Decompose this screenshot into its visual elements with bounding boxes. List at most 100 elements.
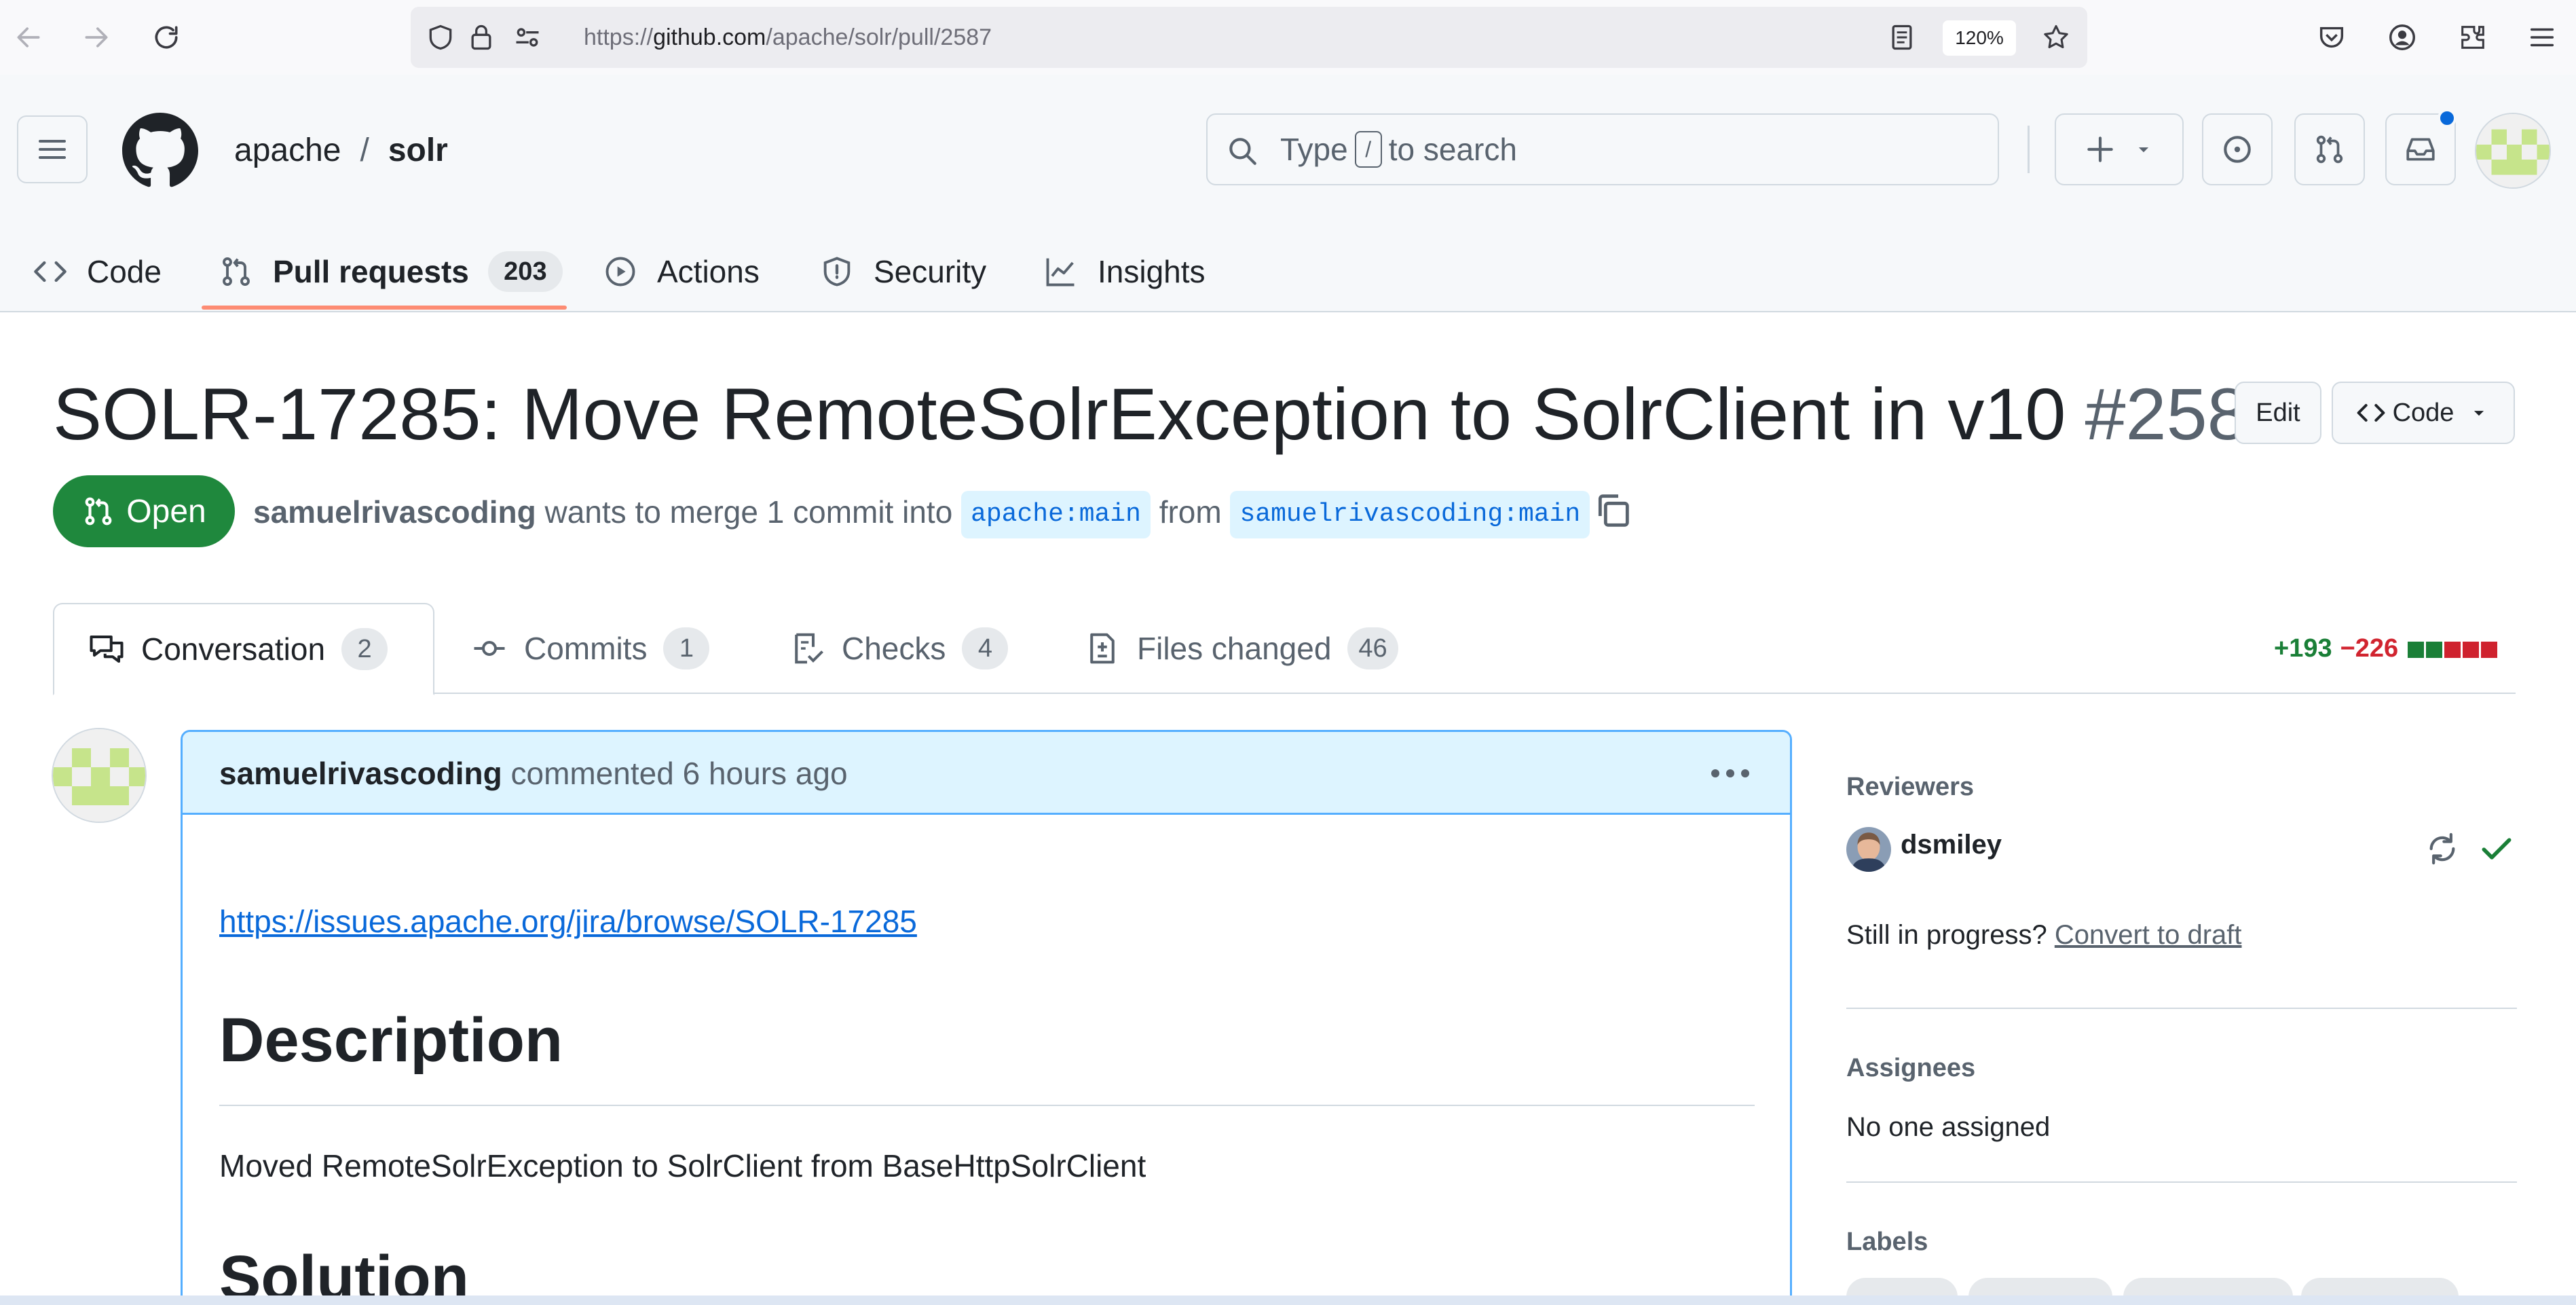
zoom-level[interactable]: 120% xyxy=(1943,20,2016,56)
tab-code[interactable]: Code xyxy=(33,231,162,312)
assignees-value: No one assigned xyxy=(1846,1112,2051,1142)
shield-icon[interactable] xyxy=(426,22,455,52)
sidebar-divider xyxy=(1846,1181,2517,1183)
pr-author-link[interactable]: samuelrivascoding xyxy=(253,494,536,530)
arrow-right-icon xyxy=(85,27,108,48)
from-text: from xyxy=(1159,494,1222,530)
issue-opened-icon xyxy=(2224,136,2251,163)
tab-conversation-label: Conversation xyxy=(141,631,326,667)
sidebar-divider xyxy=(1846,1008,2517,1009)
triangle-down-icon xyxy=(2474,411,2484,416)
reviewers-heading[interactable]: Reviewers xyxy=(1846,773,1974,802)
description-paragraph: Moved RemoteSolrException to SolrClient … xyxy=(219,1148,1146,1183)
reader-view-icon[interactable] xyxy=(1887,22,1917,52)
tab-insights[interactable]: Insights xyxy=(1043,231,1206,312)
assignees-heading[interactable]: Assignees xyxy=(1846,1054,1975,1083)
tab-checks[interactable]: Checks 4 xyxy=(789,604,1009,693)
lock-icon[interactable] xyxy=(466,22,496,52)
user-avatar[interactable] xyxy=(2475,113,2551,189)
code-icon xyxy=(34,261,67,282)
shield-icon xyxy=(823,257,851,287)
create-new-button[interactable] xyxy=(2055,113,2184,185)
heading-rule xyxy=(219,1105,1755,1106)
tab-files-changed-label: Files changed xyxy=(1137,631,1332,666)
issues-button[interactable] xyxy=(2202,113,2273,185)
labels-heading[interactable]: Labels xyxy=(1846,1228,1928,1257)
git-commit-icon xyxy=(474,640,505,657)
head-branch[interactable]: samuelrivascoding:main xyxy=(1230,490,1590,538)
comment-timestamp[interactable]: commented 6 hours ago xyxy=(511,756,848,791)
back-button[interactable] xyxy=(8,17,49,58)
window-bottom-edge xyxy=(0,1295,2576,1305)
account-icon[interactable] xyxy=(2384,19,2421,56)
checklist-icon xyxy=(795,633,823,664)
url-text[interactable]: https://github.com/apache/solr/pull/2587 xyxy=(584,7,992,68)
tab-actions[interactable]: Actions xyxy=(603,231,760,312)
diffstat-square xyxy=(2425,641,2442,658)
address-bar[interactable]: https://github.com/apache/solr/pull/2587… xyxy=(411,7,2087,68)
play-icon xyxy=(605,257,635,287)
github-logo-icon[interactable] xyxy=(122,113,198,189)
in-progress-text: Still in progress? xyxy=(1846,920,2047,950)
pocket-icon[interactable] xyxy=(2313,19,2350,56)
comment-author-avatar[interactable] xyxy=(52,728,147,823)
sync-icon[interactable] xyxy=(2423,830,2461,868)
edit-title-button[interactable]: Edit xyxy=(2235,382,2321,444)
tab-files-changed[interactable]: Files changed 46 xyxy=(1084,604,1398,693)
tab-pull-requests[interactable]: Pull requests 203 xyxy=(219,231,563,312)
diffstat-square xyxy=(2444,641,2461,658)
diffstat: +193 −226 xyxy=(2274,628,2497,669)
repo-name-link[interactable]: solr xyxy=(388,132,448,168)
tab-pull-requests-label: Pull requests xyxy=(273,254,469,289)
convert-to-draft-link[interactable]: Convert to draft xyxy=(2055,920,2242,950)
file-diff-icon xyxy=(1090,633,1115,664)
code-icon xyxy=(2357,403,2385,422)
permissions-icon[interactable] xyxy=(512,22,542,52)
plus-icon xyxy=(2087,136,2113,162)
comment-author-link[interactable]: samuelrivascoding xyxy=(219,756,502,791)
triangle-down-icon xyxy=(2138,147,2149,153)
browser-toolbar: https://github.com/apache/solr/pull/2587… xyxy=(0,0,2576,75)
draft-prompt: Still in progress? Convert to draft xyxy=(1846,920,2242,951)
git-pull-request-icon xyxy=(2316,135,2343,164)
tab-security[interactable]: Security xyxy=(819,231,986,312)
extensions-icon[interactable] xyxy=(2454,19,2491,56)
reviewer-avatar[interactable] xyxy=(1846,827,1891,872)
diffstat-deletions: −226 xyxy=(2340,634,2399,663)
graph-icon xyxy=(1046,258,1075,287)
breadcrumb-separator: / xyxy=(360,132,369,168)
three-bars-icon xyxy=(39,140,66,159)
url-scheme: https:// xyxy=(584,24,654,50)
pr-description-comment: samuelrivascoding commented 6 hours ago … xyxy=(181,730,1792,1305)
jira-issue-link[interactable]: https://issues.apache.org/jira/browse/SO… xyxy=(219,903,917,940)
copy-icon[interactable] xyxy=(1591,489,1635,532)
code-dropdown-button[interactable]: Code xyxy=(2332,382,2515,444)
pull-requests-button[interactable] xyxy=(2294,113,2365,185)
tab-commits[interactable]: Commits 1 xyxy=(471,604,710,693)
check-icon xyxy=(2482,838,2512,860)
search-input[interactable]: Type / to search xyxy=(1206,113,1999,185)
inbox-icon xyxy=(2406,138,2435,161)
search-icon xyxy=(1229,138,1256,165)
reviewer-name[interactable]: dsmiley xyxy=(1901,830,2002,860)
repo-breadcrumb: apache / solr xyxy=(234,129,448,172)
forward-button[interactable] xyxy=(76,17,117,58)
pr-state-label: Open xyxy=(126,493,206,530)
github-header: apache / solr Type / to search Code Pull… xyxy=(0,75,2576,312)
base-branch[interactable]: apache:main xyxy=(961,490,1151,538)
comment-options-button[interactable] xyxy=(1703,758,1757,789)
bookmark-star-icon[interactable] xyxy=(2041,22,2071,52)
tab-checks-label: Checks xyxy=(842,631,946,666)
identicon-avatar xyxy=(2476,114,2550,187)
merge-text: wants to merge 1 commit into xyxy=(544,494,953,530)
diffstat-additions: +193 xyxy=(2274,634,2332,663)
search-placeholder: Type / to search xyxy=(1280,115,1517,184)
open-global-nav-button[interactable] xyxy=(17,115,88,183)
comment-meta: samuelrivascoding commented 6 hours ago xyxy=(219,732,848,815)
search-shortcut-key: / xyxy=(1354,130,1382,168)
reload-button[interactable] xyxy=(146,17,187,58)
conversation-count: 2 xyxy=(341,628,388,670)
repo-owner-link[interactable]: apache xyxy=(234,132,341,168)
menu-icon[interactable] xyxy=(2524,19,2560,56)
tab-conversation[interactable]: Conversation 2 xyxy=(53,603,434,695)
